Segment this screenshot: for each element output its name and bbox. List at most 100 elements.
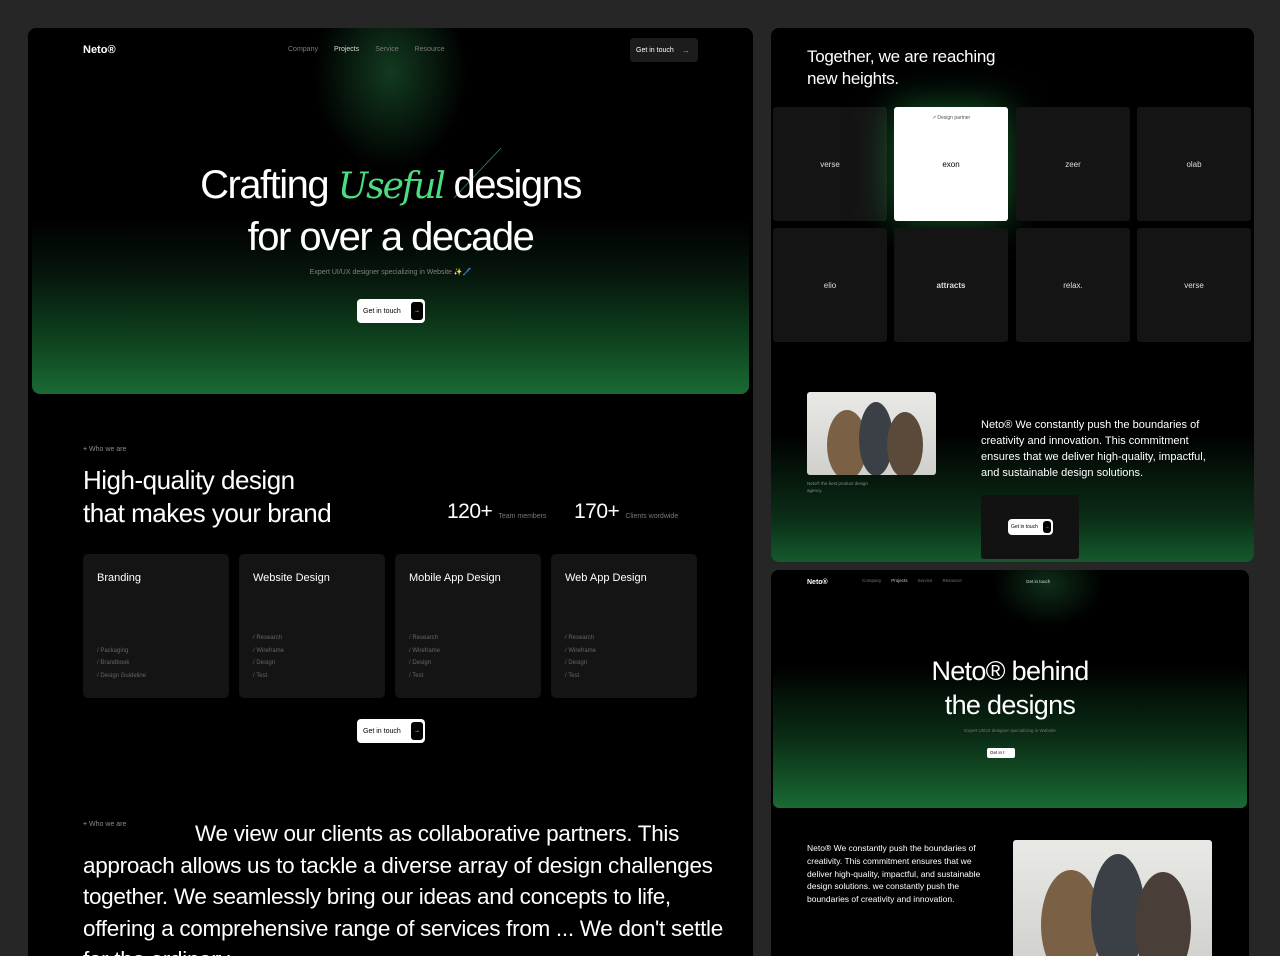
- arrow-right-icon: →: [681, 45, 690, 55]
- nav-item-resource[interactable]: Resource: [943, 578, 962, 583]
- services-get-in-touch-button[interactable]: Get in touch →: [357, 719, 425, 743]
- hero-subtitle: Expert UI/UX designer specializing in We…: [309, 269, 472, 276]
- service-items: / Research / Wireframe / Design / Test: [565, 632, 596, 682]
- service-card-website-design[interactable]: Website Design / Research / Wireframe / …: [239, 554, 385, 698]
- nav-item-projects[interactable]: Projects: [334, 46, 359, 53]
- partner-logo-olab[interactable]: olab: [1137, 107, 1251, 221]
- nav-item-company[interactable]: Company: [288, 46, 318, 53]
- logo[interactable]: Neto®: [807, 579, 828, 586]
- services-cta-label: Get in touch: [363, 727, 401, 735]
- nav-item-service[interactable]: Service: [375, 46, 398, 53]
- partners-description: Neto® We constantly push the boundaries …: [981, 419, 1206, 479]
- about-title-line2: the designs: [944, 690, 1076, 720]
- hero-title-part1: Crafting: [200, 163, 338, 207]
- landing-page-panel: Neto® Company Projects Service Resource …: [28, 28, 753, 956]
- stat-value: 170+: [574, 500, 620, 523]
- main-nav: Company Projects Service Resource: [288, 46, 445, 53]
- about-title-line1: Neto® behind: [931, 656, 1089, 686]
- service-item: / Research: [409, 635, 439, 641]
- service-title: Website Design: [253, 572, 330, 584]
- nav-get-in-touch-button[interactable]: Get in touch: [1026, 579, 1050, 584]
- hero-title-part2: designs: [443, 163, 583, 207]
- partner-logo-relax[interactable]: relax.: [1016, 228, 1130, 342]
- service-item: / Packaging: [97, 647, 129, 654]
- nav-item-resource[interactable]: Resource: [415, 46, 445, 53]
- service-item: / Design: [565, 660, 588, 666]
- partner-logo-attracts[interactable]: attracts: [894, 228, 1008, 342]
- partner-logo-text: exon: [942, 159, 960, 169]
- stat-label: Team members: [498, 513, 547, 520]
- clients-paragraph: We view our clients as collaborative par…: [83, 821, 723, 956]
- service-item: / Research: [253, 635, 283, 641]
- about-heading: High-quality design that makes your bran…: [83, 464, 332, 530]
- about-get-in-touch-button[interactable]: Get in t: [987, 748, 1015, 758]
- stat-clients: 170+ Clients wordwide: [574, 500, 678, 524]
- partner-logo-text: zeer: [1065, 159, 1081, 169]
- partners-cta-box: Get in touch →: [981, 495, 1079, 559]
- logo[interactable]: Neto®: [83, 44, 116, 56]
- partner-logo-text: olab: [1186, 159, 1202, 169]
- hero-title-line2: for over a decade: [247, 215, 535, 259]
- design-partner-label: ↗ Design partner: [931, 115, 971, 121]
- about-title: Neto® behind the designs: [771, 654, 1249, 722]
- partners-get-in-touch-button[interactable]: Get in touch →: [1008, 519, 1053, 535]
- arrow-right-icon: →: [411, 722, 423, 740]
- partners-cta-label: Get in touch: [1011, 524, 1038, 530]
- about-page-panel: Neto® Company Projects Service Resource …: [771, 570, 1249, 956]
- service-item: / Wireframe: [253, 647, 285, 654]
- service-title: Mobile App Design: [409, 572, 501, 584]
- service-item: / Design: [409, 660, 432, 666]
- service-item: / Design: [253, 660, 276, 666]
- hero-title-accent: Useful: [337, 166, 446, 207]
- about-description: Neto® We constantly push the boundaries …: [807, 843, 981, 905]
- team-photo: [1013, 840, 1212, 956]
- nav-item-projects[interactable]: Projects: [891, 578, 907, 583]
- partner-logo-verse-2[interactable]: verse: [1137, 228, 1251, 342]
- service-card-mobile-app-design[interactable]: Mobile App Design / Research / Wireframe…: [395, 554, 541, 698]
- secondary-nav: Company Projects Service Resource: [862, 578, 962, 583]
- service-title: Web App Design: [565, 572, 647, 584]
- who-we-are-tag: Who we are: [83, 446, 126, 453]
- about-heading-line2: that makes your brand: [83, 498, 332, 528]
- person-shape: [1135, 872, 1191, 956]
- partner-logo-text: elio: [823, 280, 837, 290]
- hero-get-in-touch-button[interactable]: Get in touch →: [357, 299, 425, 323]
- partner-logo-elio[interactable]: elio: [773, 228, 887, 342]
- partner-logo-text: verse: [820, 159, 840, 169]
- about-heading-line1: High-quality design: [83, 465, 295, 495]
- arrow-right-icon: →: [1043, 521, 1051, 533]
- nav-item-company[interactable]: Company: [862, 578, 881, 583]
- nav-get-in-touch-button[interactable]: Get in touch →: [630, 38, 698, 62]
- hero-title: Crafting Useful designs for over a decad…: [28, 160, 753, 262]
- service-items: / Packaging / Brandbook / Design Guideli…: [97, 645, 146, 683]
- stat-team-members: 120+ Team members: [447, 500, 547, 524]
- service-item: / Research: [565, 635, 595, 641]
- service-card-web-app-design[interactable]: Web App Design / Research / Wireframe / …: [551, 554, 697, 698]
- service-items: / Research / Wireframe / Design / Test: [253, 632, 284, 682]
- partner-logo-text: attracts: [936, 280, 966, 290]
- service-item: / Wireframe: [565, 647, 597, 654]
- service-title: Branding: [97, 572, 142, 584]
- stat-value: 120+: [447, 500, 493, 523]
- service-item: / Test: [565, 672, 580, 679]
- service-card-branding[interactable]: Branding / Packaging / Brandbook / Desig…: [83, 554, 229, 698]
- hero-cta-label: Get in touch: [363, 307, 401, 315]
- person-shape: [887, 412, 923, 475]
- service-items: / Research / Wireframe / Design / Test: [409, 632, 440, 682]
- service-item: / Wireframe: [409, 647, 441, 654]
- partner-logo-text: relax.: [1063, 280, 1083, 290]
- arrow-right-icon: →: [411, 302, 423, 320]
- stat-label: Clients wordwide: [625, 513, 679, 520]
- service-item: / Brandbook: [97, 660, 130, 666]
- service-item: / Test: [253, 672, 268, 679]
- service-item: / Design Guideline: [97, 672, 147, 679]
- photo-caption: Neto® the best product design agency.: [807, 481, 868, 493]
- partners-panel: Together, we are reaching new heights. v…: [771, 28, 1254, 562]
- nav-item-service[interactable]: Service: [918, 578, 933, 583]
- partners-title: Together, we are reaching new heights.: [807, 47, 996, 88]
- partner-logo-verse[interactable]: verse: [773, 107, 887, 221]
- partner-logo-zeer[interactable]: zeer: [1016, 107, 1130, 221]
- nav-cta-label: Get in touch: [636, 46, 674, 54]
- team-photo: [807, 392, 936, 475]
- partner-logo-exon[interactable]: ↗ Design partner exon: [894, 107, 1008, 221]
